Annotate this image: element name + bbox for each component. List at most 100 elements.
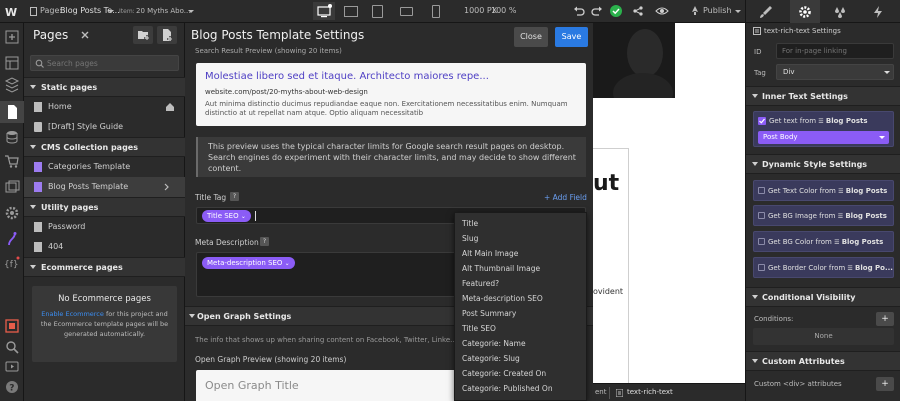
get-border-color-row[interactable]: Get Border Color from ☰ Blog Po... (753, 257, 894, 278)
redo-icon[interactable] (591, 5, 603, 17)
dropdown-option[interactable]: Title (455, 216, 586, 231)
interactions-bolt-icon[interactable] (871, 5, 885, 19)
large-desktop-icon[interactable] (344, 6, 358, 17)
dropdown-option[interactable]: Categorie: Published On (455, 381, 586, 396)
checkbox-icon[interactable] (758, 187, 765, 194)
chevron-down-icon[interactable] (108, 10, 114, 13)
checkbox-checked-icon[interactable] (758, 117, 766, 125)
dropdown-option-label: Categorie: Name (462, 339, 526, 348)
title-seo-chip[interactable]: Title SEO ⌄ (202, 210, 251, 222)
dropdown-option[interactable]: Featured? (455, 276, 586, 291)
check-status-icon[interactable] (610, 5, 622, 17)
checkbox-icon[interactable] (758, 212, 765, 219)
dropdown-option[interactable]: Categorie: Name (455, 336, 586, 351)
mobile-portrait-icon[interactable] (432, 5, 440, 18)
publish-button[interactable]: Publish (703, 6, 732, 15)
close-button[interactable]: Close (514, 27, 548, 47)
id-input[interactable] (776, 43, 894, 59)
dropdown-option[interactable]: Alt Main Image (455, 246, 586, 261)
close-icon[interactable] (80, 30, 90, 40)
chevron-down-icon[interactable] (188, 10, 194, 13)
add-folder-button[interactable] (133, 26, 153, 44)
search-pages-input[interactable] (47, 58, 175, 69)
element-breadcrumb: ent text-rich-text (593, 383, 745, 401)
canvas-body-text: ovident (593, 287, 624, 296)
help-icon[interactable]: ? (230, 192, 239, 201)
dropdown-option[interactable]: Meta-description SEO (455, 291, 586, 306)
page-row-404[interactable]: 404 (24, 237, 185, 257)
video-tutorials-icon[interactable] (4, 359, 20, 375)
chevron-down-icon[interactable] (735, 10, 741, 13)
home-icon (165, 102, 175, 112)
caret-down-icon (752, 94, 758, 98)
mobile-landscape-icon[interactable] (400, 7, 413, 16)
add-elements-icon[interactable] (4, 29, 20, 45)
conditional-visibility-section[interactable]: Conditional Visibility (746, 287, 900, 307)
get-text-color-row[interactable]: Get Text Color from ☰ Blog Posts (753, 180, 894, 201)
page-row-categories-template[interactable]: Categories Template (24, 157, 185, 177)
section-static-pages[interactable]: Static pages (24, 77, 185, 97)
section-ecommerce-pages[interactable]: Ecommerce pages (24, 257, 185, 277)
dropdown-option[interactable]: Slug (455, 231, 586, 246)
webflow-logo-icon[interactable]: W (5, 5, 19, 18)
undo-icon[interactable] (573, 5, 585, 17)
field-picker-dropdown: Title Slug Alt Main Image Alt Thumbnail Ima… (454, 212, 587, 401)
layout-icon[interactable] (4, 55, 20, 71)
code-fx-icon[interactable]: {f} (4, 255, 20, 271)
section-cms-pages[interactable]: CMS Collection pages (24, 137, 185, 157)
desktop-breakpoint-icon[interactable] (313, 2, 335, 20)
preview-eye-icon[interactable] (655, 5, 669, 17)
checkbox-icon[interactable] (758, 238, 765, 245)
help-icon[interactable]: ? (4, 379, 20, 395)
custom-attributes-section[interactable]: Custom Attributes (746, 351, 900, 371)
dropdown-option[interactable]: Post Summary (455, 306, 586, 321)
post-body-select[interactable]: Post Body (758, 131, 889, 144)
page-row-blog-posts-template[interactable]: Blog Posts Template (24, 177, 185, 197)
logic-icon[interactable] (4, 231, 20, 247)
checkbox-icon[interactable] (758, 264, 765, 271)
page-row-style-guide[interactable]: [Draft] Style Guide (24, 117, 185, 137)
design-canvas[interactable]: ut ovident ent text-rich-text (593, 23, 745, 401)
breadcrumb-current[interactable]: text-rich-text (627, 388, 673, 396)
save-button[interactable]: Save (555, 27, 588, 47)
help-icon[interactable]: ? (260, 237, 269, 246)
add-field-button[interactable]: + Add Field (544, 193, 587, 202)
tablet-icon[interactable] (372, 5, 383, 18)
dropdown-option[interactable]: Categorie: Created On (455, 366, 586, 381)
dropdown-option[interactable]: Categorie: Slug (455, 351, 586, 366)
search-pages-field[interactable] (30, 55, 179, 71)
share-icon[interactable] (632, 5, 644, 17)
search-icon[interactable] (4, 339, 20, 355)
style-manager-drops-icon[interactable] (833, 5, 847, 19)
assets-icon[interactable] (4, 179, 20, 195)
inner-text-settings-section[interactable]: Inner Text Settings (746, 86, 900, 106)
add-attribute-button[interactable]: + (876, 377, 894, 391)
publish-rocket-icon[interactable] (690, 6, 700, 16)
audit-icon[interactable] (4, 318, 20, 334)
style-brush-icon[interactable] (759, 5, 773, 19)
meta-description-chip[interactable]: Meta-description SEO ⌄ (202, 257, 295, 269)
ecommerce-cart-icon[interactable] (4, 153, 20, 169)
enable-ecommerce-link[interactable]: Enable Ecommerce (41, 310, 104, 318)
cms-icon[interactable] (4, 129, 20, 145)
section-utility-pages[interactable]: Utility pages (24, 197, 185, 217)
add-page-button[interactable] (157, 26, 177, 44)
add-condition-button[interactable]: + (876, 312, 894, 326)
pages-icon[interactable] (0, 101, 24, 123)
breadcrumb-item[interactable]: ent (595, 388, 607, 396)
dropdown-option[interactable]: Title SEO (455, 321, 586, 336)
tag-select[interactable]: Div (776, 64, 894, 80)
dropdown-option[interactable]: Alt Thumbnail Image (455, 261, 586, 276)
page-row-home[interactable]: Home (24, 97, 185, 117)
caret-down-icon (30, 85, 36, 89)
dynamic-style-settings-section[interactable]: Dynamic Style Settings (746, 154, 900, 174)
navigator-icon[interactable] (4, 77, 20, 93)
get-bg-color-row[interactable]: Get BG Color from ☰ Blog Posts (753, 231, 894, 252)
caret-down-icon (752, 162, 758, 166)
page-row-password[interactable]: Password (24, 217, 185, 237)
get-bg-image-row[interactable]: Get BG Image from ☰ Blog Posts (753, 205, 894, 226)
settings-tab[interactable] (790, 0, 820, 23)
settings-gear-icon[interactable] (4, 205, 20, 221)
item-selector[interactable]: 20 Myths Abo... (136, 7, 190, 15)
caret-down-icon (30, 265, 36, 269)
